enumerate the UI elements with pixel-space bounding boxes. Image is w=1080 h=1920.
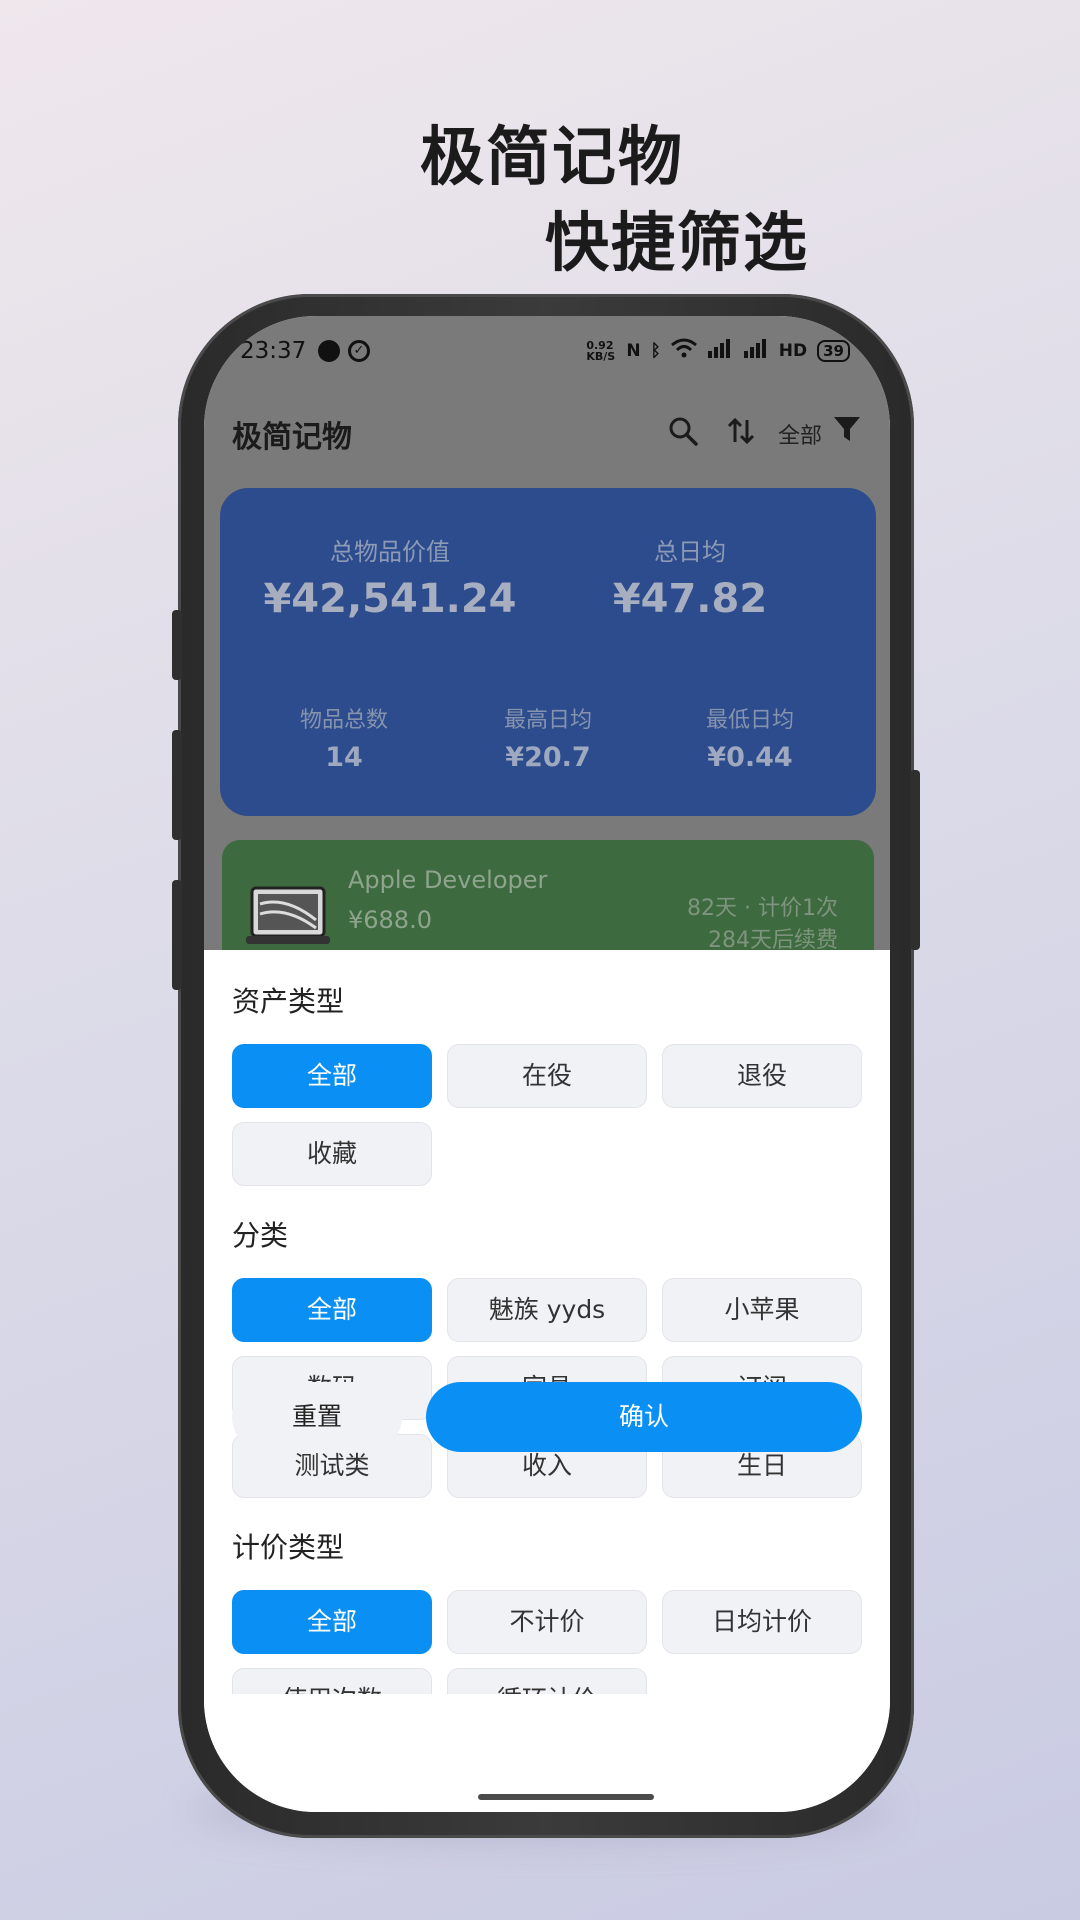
nfc-icon: N <box>626 340 641 361</box>
app-background-dimmed: 23:37 ✓ 0.92 KB/S N ᛒ HD 39 极简记物 全部 总物品价… <box>204 316 890 980</box>
side-button <box>172 880 182 990</box>
chip-category-apple[interactable]: 小苹果 <box>662 1278 862 1342</box>
check-circle-icon: ✓ <box>348 340 370 362</box>
filter-icon[interactable] <box>832 414 862 444</box>
bluetooth-icon: ᛒ <box>650 340 661 361</box>
laptop-icon <box>246 886 330 944</box>
chip-pricing-usage[interactable]: 使用次数 <box>232 1668 432 1694</box>
daily-avg-label: 总日均 <box>654 538 726 566</box>
power-button <box>910 770 920 950</box>
item-name: Apple Developer <box>348 866 548 894</box>
status-bar: 23:37 ✓ 0.92 KB/S N ᛒ HD 39 <box>204 316 890 376</box>
chip-pricing-cycle[interactable]: 循环计价 <box>447 1668 647 1694</box>
wifi-icon <box>670 338 697 363</box>
chip-asset-retired[interactable]: 退役 <box>662 1044 862 1108</box>
app-title: 极简记物 <box>232 420 352 455</box>
record-icon <box>318 340 340 362</box>
pricing-type-title: 计价类型 <box>232 1531 345 1564</box>
volume-down-button <box>172 730 182 840</box>
count-label: 物品总数 <box>299 708 388 733</box>
count: 14 <box>325 742 363 773</box>
signal-icon-2 <box>743 338 769 363</box>
search-icon[interactable] <box>666 414 700 448</box>
promo-subtitle: 快捷筛选 <box>545 207 809 281</box>
filter-sheet: 资产类型 全部 在役 退役 收藏 分类 全部 魅族 yyds 小苹果 数码 家具… <box>204 950 890 1812</box>
app-bar: 极简记物 全部 <box>204 404 890 460</box>
asset-type-title: 资产类型 <box>232 985 345 1018</box>
status-time: 23:37 <box>240 338 307 364</box>
home-indicator[interactable] <box>478 1794 654 1800</box>
filter-label[interactable]: 全部 <box>778 418 822 450</box>
network-type: HD <box>778 340 808 361</box>
promo-title: 极简记物 <box>420 121 684 195</box>
reset-button[interactable]: 重置 <box>232 1382 402 1452</box>
chip-asset-collected[interactable]: 收藏 <box>232 1122 432 1186</box>
chip-category-all[interactable]: 全部 <box>232 1278 432 1342</box>
total-value-label: 总物品价值 <box>330 538 450 566</box>
sort-icon[interactable] <box>724 414 758 448</box>
min-daily-label: 最低日均 <box>705 708 794 733</box>
daily-avg: ¥47.82 <box>612 576 768 622</box>
chip-asset-all[interactable]: 全部 <box>232 1044 432 1108</box>
chip-category-meizu[interactable]: 魅族 yyds <box>447 1278 647 1342</box>
min-daily: ¥0.44 <box>707 742 793 773</box>
max-daily-label: 最高日均 <box>503 708 592 733</box>
phone-screen: 23:37 ✓ 0.92 KB/S N ᛒ HD 39 极简记物 全部 总物品价… <box>204 316 890 1812</box>
chip-pricing-all[interactable]: 全部 <box>232 1590 432 1654</box>
total-value: ¥42,541.24 <box>263 576 517 622</box>
confirm-button[interactable]: 确认 <box>426 1382 862 1452</box>
chip-pricing-daily[interactable]: 日均计价 <box>662 1590 862 1654</box>
signal-icon <box>707 338 733 363</box>
status-icons: 0.92 KB/S N ᛒ HD 39 <box>586 338 850 363</box>
chip-pricing-none[interactable]: 不计价 <box>447 1590 647 1654</box>
chip-asset-active[interactable]: 在役 <box>447 1044 647 1108</box>
summary-card: 总物品价值 ¥42,541.24 总日均 ¥47.82 物品总数 14 最高日均… <box>220 488 876 816</box>
filter-sheet-scroll[interactable]: 资产类型 全部 在役 退役 收藏 分类 全部 魅族 yyds 小苹果 数码 家具… <box>204 950 890 1694</box>
category-title: 分类 <box>232 1219 289 1252</box>
net-speed: 0.92 KB/S <box>586 338 616 363</box>
max-daily: ¥20.7 <box>505 742 591 773</box>
volume-up-button <box>172 610 182 680</box>
battery-icon: 39 <box>817 339 850 362</box>
item-price: ¥688.0 <box>348 906 432 934</box>
item-days: 82天 · 计价1次 <box>687 896 838 921</box>
